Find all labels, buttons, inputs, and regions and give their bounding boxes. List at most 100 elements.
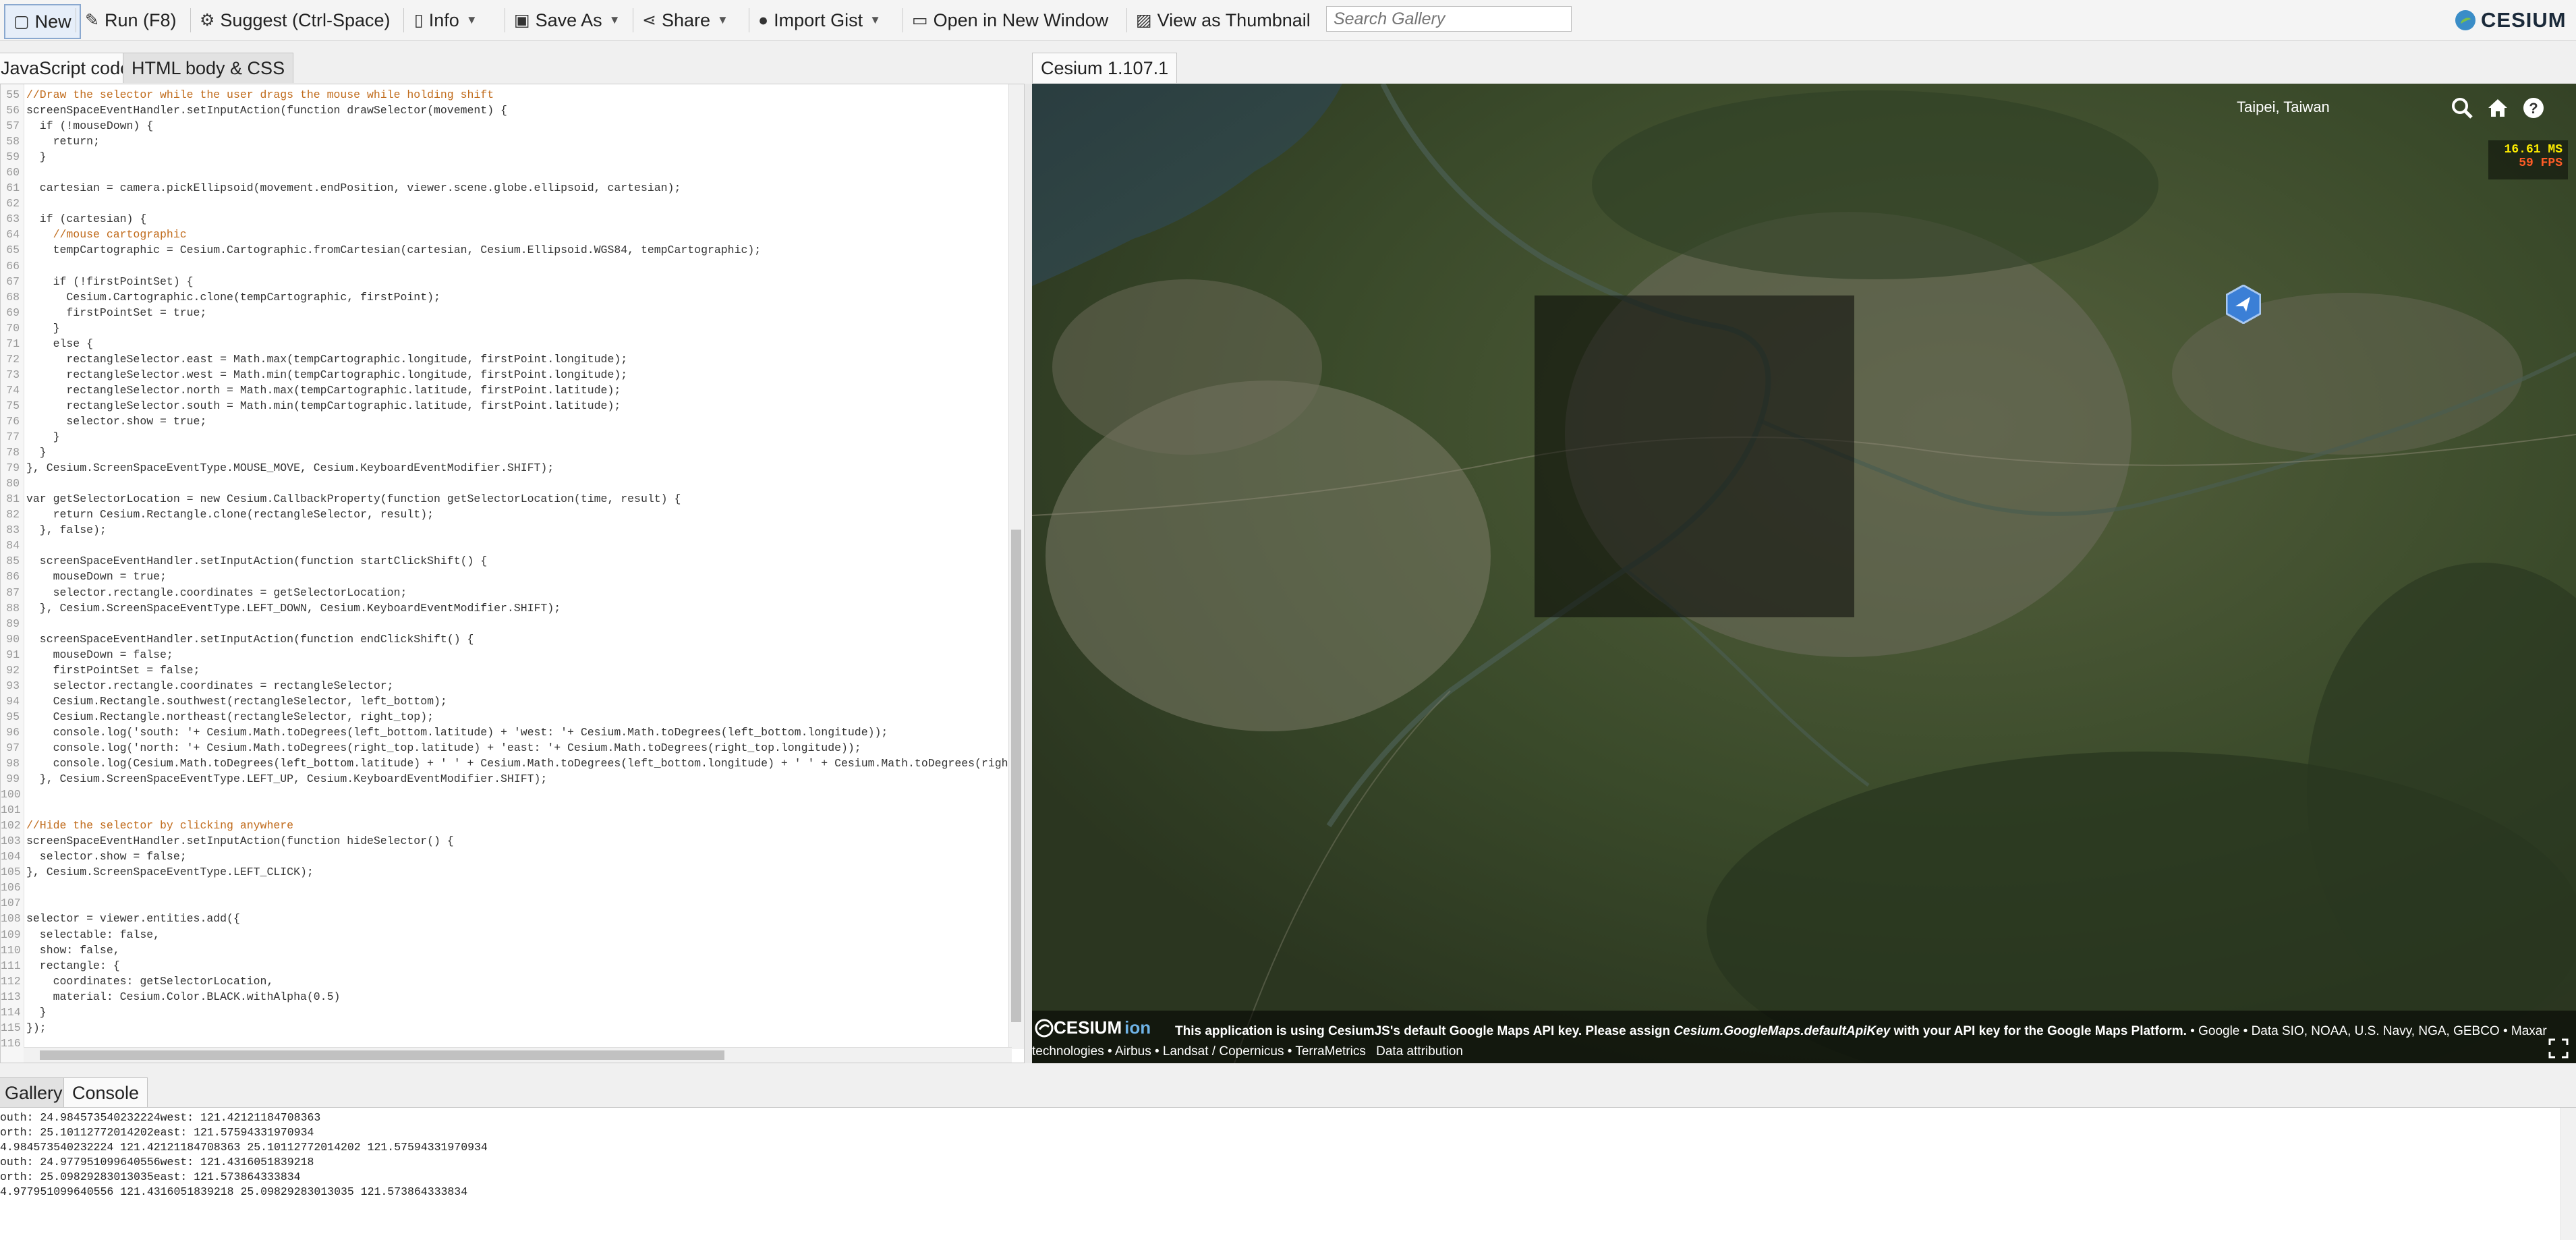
cesium-viewer[interactable]: Taipei, Taiwan ? 16.61 MS 59 FPS CESIUM … <box>1032 84 2576 1063</box>
tab-cesium-viewer[interactable]: Cesium 1.107.1 <box>1032 53 1178 83</box>
code-line[interactable]: 87 selector.rectangle.coordinates = getS… <box>1 585 1009 600</box>
code-line[interactable]: 86 mouseDown = true; <box>1 569 1009 584</box>
scrollbar-thumb[interactable] <box>1011 530 1021 1022</box>
cesium-ion-logo[interactable]: CESIUM ion <box>1035 1017 1151 1038</box>
code-line[interactable]: 76 selector.show = true; <box>1 414 1009 429</box>
console-scrollbar[interactable] <box>2560 1108 2576 1240</box>
import-gist-dropdown[interactable]: ● Import Gist ▼ <box>758 4 881 36</box>
code-line[interactable]: 104 selector.show = false; <box>1 849 1009 864</box>
code-line[interactable]: 115}); <box>1 1020 1009 1036</box>
code-line[interactable]: 106 <box>1 880 1009 895</box>
line-number: 86 <box>6 570 20 584</box>
code-line[interactable]: 80 <box>1 476 1009 491</box>
code-line[interactable]: 66 <box>1 258 1009 274</box>
line-number: 99 <box>6 772 20 786</box>
tab-gallery[interactable]: Gallery <box>0 1077 71 1108</box>
cesium-logo[interactable]: CESIUM <box>2455 8 2567 32</box>
share-dropdown[interactable]: ⋖ Share ▼ <box>642 4 728 36</box>
code-line[interactable]: 94 Cesium.Rectangle.southwest(rectangleS… <box>1 694 1009 709</box>
code-line[interactable]: 109 selectable: false, <box>1 927 1009 942</box>
code-line[interactable]: 73 rectangleSelector.west = Math.min(tem… <box>1 367 1009 383</box>
run-button[interactable]: ✎ Run (F8) <box>85 4 176 36</box>
search-gallery-input[interactable] <box>1326 6 1572 32</box>
fullscreen-icon[interactable] <box>2548 1038 2569 1059</box>
tab-html-body-css[interactable]: HTML body & CSS <box>123 53 294 83</box>
code-line[interactable]: 82 return Cesium.Rectangle.clone(rectang… <box>1 507 1009 522</box>
panel-splitter[interactable] <box>1025 84 1032 1063</box>
code-line[interactable]: 81 var getSelectorLocation = new Cesium.C… <box>1 491 1009 507</box>
scrollbar-thumb[interactable] <box>40 1050 724 1060</box>
code-line[interactable]: 113 material: Cesium.Color.BLACK.withAlp… <box>1 989 1009 1005</box>
code-editor[interactable]: 55 //Draw the selector while the user dra… <box>0 84 1025 1063</box>
data-attribution-link[interactable]: Data attribution <box>1376 1044 1463 1059</box>
code-line[interactable]: 83 }, false); <box>1 522 1009 538</box>
code-line[interactable]: 61 cartesian = camera.pickEllipsoid(move… <box>1 180 1009 196</box>
code-line[interactable]: 65 tempCartographic = Cesium.Cartographi… <box>1 242 1009 258</box>
line-number: 81 <box>6 492 20 506</box>
code-line[interactable]: 114 } <box>1 1005 1009 1020</box>
code-line[interactable]: 99 }, Cesium.ScreenSpaceEventType.LEFT_U… <box>1 771 1009 787</box>
info-dropdown[interactable]: ▯ Info ▼ <box>414 4 478 36</box>
code-line[interactable]: 56 screenSpaceEventHandler.setInputAction… <box>1 103 1009 118</box>
code-line[interactable]: 105}, Cesium.ScreenSpaceEventType.LEFT_C… <box>1 864 1009 880</box>
code-line[interactable]: 92 firstPointSet = false; <box>1 663 1009 678</box>
view-thumbnail-button[interactable]: ▨ View as Thumbnail <box>1136 4 1311 36</box>
code-line[interactable]: 90 screenSpaceEventHandler.setInputActio… <box>1 631 1009 647</box>
code-line[interactable]: 70 } <box>1 320 1009 336</box>
code-line[interactable]: 69 firstPointSet = true; <box>1 305 1009 320</box>
save-as-dropdown[interactable]: ▣ Save As ▼ <box>514 4 621 36</box>
code-line[interactable]: 67 if (!firstPointSet) { <box>1 274 1009 289</box>
open-new-window-button[interactable]: ▭ Open in New Window <box>912 4 1108 36</box>
code-line[interactable]: 107 <box>1 895 1009 911</box>
tab-console[interactable]: Console <box>63 1077 148 1108</box>
code-line[interactable]: 98 console.log(Cesium.Math.toDegrees(lef… <box>1 756 1009 771</box>
code-line[interactable]: 100 <box>1 787 1009 802</box>
code-line[interactable]: 62 <box>1 196 1009 211</box>
code-line[interactable]: 74 rectangleSelector.north = Math.max(te… <box>1 383 1009 398</box>
editor-horizontal-scrollbar[interactable] <box>24 1047 1012 1063</box>
line-number: 66 <box>6 259 20 273</box>
code-line[interactable]: 84 <box>1 538 1009 553</box>
help-icon[interactable]: ? <box>2519 93 2548 123</box>
code-line[interactable]: 63 if (cartesian) { <box>1 211 1009 227</box>
suggest-button[interactable]: ⚙ Suggest (Ctrl-Space) <box>200 4 391 36</box>
code-line[interactable]: 85 screenSpaceEventHandler.setInputActio… <box>1 553 1009 569</box>
code-line[interactable]: 97 console.log('north: '+ Cesium.Math.to… <box>1 740 1009 756</box>
code-line[interactable]: 111 rectangle: { <box>1 958 1009 974</box>
code-line[interactable]: 96 console.log('south: '+ Cesium.Math.to… <box>1 725 1009 740</box>
code-line[interactable]: 77 } <box>1 429 1009 445</box>
code-line[interactable]: 55 //Draw the selector while the user dra… <box>1 87 1009 103</box>
console-line: outh: 24.977951099640556west: 121.431605… <box>0 1156 314 1168</box>
code-line[interactable]: 57 if (!mouseDown) { <box>1 118 1009 134</box>
code-line[interactable]: 58 return; <box>1 134 1009 149</box>
location-marker-icon[interactable] <box>2225 284 2262 325</box>
code-line[interactable]: 75 rectangleSelector.south = Math.min(te… <box>1 398 1009 414</box>
code-line[interactable]: 64 //mouse cartographic <box>1 227 1009 242</box>
code-line[interactable]: 101 <box>1 802 1009 818</box>
code-line[interactable]: 112 coordinates: getSelectorLocation, <box>1 974 1009 989</box>
toolbar-divider <box>403 8 404 32</box>
code-line[interactable]: 59 } <box>1 149 1009 165</box>
code-line[interactable]: 68 Cesium.Cartographic.clone(tempCartogr… <box>1 289 1009 305</box>
tab-javascript-code[interactable]: JavaScript code <box>0 53 140 83</box>
editor-vertical-scrollbar[interactable] <box>1008 84 1024 1049</box>
new-button[interactable]: ▢ New <box>4 4 81 39</box>
code-text: //Draw the selector while the user drags… <box>26 88 494 101</box>
code-line[interactable]: 60 <box>1 165 1009 180</box>
code-line[interactable]: 78 } <box>1 445 1009 460</box>
code-line[interactable]: 88 }, Cesium.ScreenSpaceEventType.LEFT_D… <box>1 600 1009 616</box>
code-line[interactable]: 91 mouseDown = false; <box>1 647 1009 663</box>
code-line[interactable]: 103 screenSpaceEventHandler.setInputActio… <box>1 833 1009 849</box>
code-line[interactable]: 102 //Hide the selector by clicking anywh… <box>1 818 1009 833</box>
search-icon[interactable] <box>2447 93 2477 123</box>
code-line[interactable]: 89 <box>1 616 1009 631</box>
code-line[interactable]: 95 Cesium.Rectangle.northeast(rectangleS… <box>1 709 1009 725</box>
code-line[interactable]: 110 show: false, <box>1 942 1009 958</box>
home-icon[interactable] <box>2483 93 2513 123</box>
code-line[interactable]: 93 selector.rectangle.coordinates = rect… <box>1 678 1009 694</box>
code-line[interactable]: 72 rectangleSelector.east = Math.max(tem… <box>1 351 1009 367</box>
code-area[interactable]: 55 //Draw the selector while the user dra… <box>1 87 1009 1048</box>
code-line[interactable]: 79}, Cesium.ScreenSpaceEventType.MOUSE_M… <box>1 460 1009 476</box>
code-line[interactable]: 108 selector = viewer.entities.add({ <box>1 911 1009 926</box>
code-line[interactable]: 71 else { <box>1 336 1009 351</box>
